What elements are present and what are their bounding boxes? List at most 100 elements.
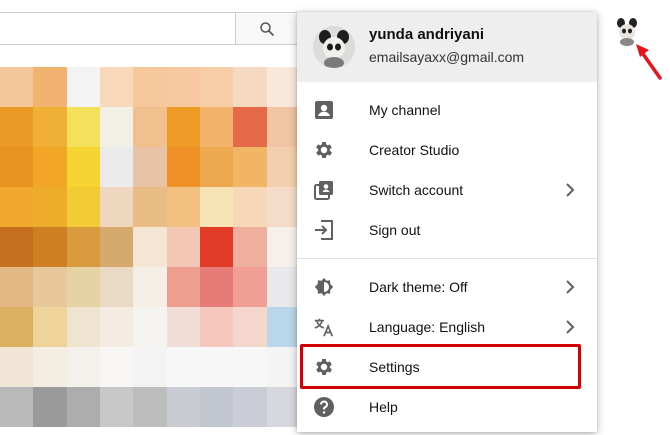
mosaic-cell [266,347,300,387]
switch-account-icon [313,179,335,201]
mosaic-cell [233,67,267,107]
mosaic-cell [199,347,234,387]
mosaic-cell [99,347,134,387]
mosaic-cell [33,67,67,107]
language-icon [313,316,335,338]
panda-avatar-icon [313,26,355,68]
mosaic-cell [0,387,34,427]
mosaic-cell [199,147,234,187]
mosaic-cell [0,307,34,347]
mosaic-cell [199,107,234,147]
menu-item-language[interactable]: Language: English [297,307,597,347]
search-input[interactable] [0,12,235,45]
red-arrow-annotation [636,44,662,80]
menu-item-label: Sign out [369,222,421,238]
chevron-right-icon [566,183,575,197]
mosaic-cell [266,107,300,147]
mosaic-cell [233,387,267,427]
mosaic-cell [166,307,200,347]
menu-item-dark-theme[interactable]: Dark theme: Off [297,267,597,307]
mosaic-cell [66,227,100,267]
mosaic-cell [0,347,34,387]
mosaic-cell [199,227,234,267]
mosaic-cell [33,387,67,427]
mosaic-cell [133,107,167,147]
menu-item-label: Creator Studio [369,142,460,158]
mosaic-cell [233,187,267,227]
mosaic-cell [33,147,67,187]
mosaic-cell [66,187,100,227]
mosaic-cell [33,227,67,267]
mosaic-cell [133,147,167,187]
mosaic-cell [99,387,134,427]
menu-section-account: My channel Creator Studio Switch account… [297,82,597,258]
mosaic-cell [133,307,167,347]
mosaic-cell [0,187,34,227]
mosaic-cell [266,307,300,347]
sign-out-icon [313,219,335,241]
mosaic-cell [133,227,167,267]
account-name: yunda andriyani [369,26,485,43]
menu-item-sign-out[interactable]: Sign out [297,210,597,250]
mosaic-cell [66,387,100,427]
mosaic-cell [99,187,134,227]
mosaic-cell [0,267,34,307]
blurred-video-thumbnail [0,67,300,427]
mosaic-cell [66,67,100,107]
gear-icon [313,139,335,161]
menu-item-my-channel[interactable]: My channel [297,90,597,130]
mosaic-cell [133,387,167,427]
mosaic-cell [0,107,34,147]
page-background [598,58,670,420]
dark-theme-icon [313,276,335,298]
menu-item-label: My channel [369,102,441,118]
mosaic-cell [166,187,200,227]
mosaic-cell [133,267,167,307]
mosaic-cell [166,347,200,387]
mosaic-cell [133,67,167,107]
mosaic-cell [66,307,100,347]
mosaic-cell [199,267,234,307]
mosaic-cell [266,147,300,187]
mosaic-cell [199,67,234,107]
mosaic-cell [33,187,67,227]
menu-item-switch-account[interactable]: Switch account [297,170,597,210]
mosaic-cell [166,147,200,187]
mosaic-cell [133,187,167,227]
mosaic-cell [33,267,67,307]
mosaic-cell [233,307,267,347]
mosaic-cell [166,387,200,427]
avatar [313,26,355,68]
mosaic-cell [0,227,34,267]
mosaic-cell [166,227,200,267]
menu-item-label: Dark theme: Off [369,279,468,295]
mosaic-cell [166,267,200,307]
mosaic-cell [66,267,100,307]
search-icon [260,21,274,36]
mosaic-cell [266,387,300,427]
menu-item-label: Language: English [369,319,485,335]
mosaic-cell [266,187,300,227]
mosaic-cell [199,387,234,427]
mosaic-cell [0,67,34,107]
menu-item-label: Help [369,399,398,415]
mosaic-cell [133,347,167,387]
mosaic-cell [266,67,300,107]
mosaic-cell [233,267,267,307]
mosaic-cell [199,187,234,227]
mosaic-cell [99,107,134,147]
mosaic-cell [166,67,200,107]
mosaic-cell [33,307,67,347]
menu-item-label: Switch account [369,182,464,198]
mosaic-cell [0,147,34,187]
search-button[interactable] [235,12,299,45]
mosaic-cell [233,147,267,187]
menu-item-creator-studio[interactable]: Creator Studio [297,130,597,170]
mosaic-cell [33,107,67,147]
mosaic-cell [66,107,100,147]
mosaic-cell [99,307,134,347]
mosaic-cell [266,227,300,267]
menu-item-help[interactable]: Help [297,387,597,427]
mosaic-cell [66,147,100,187]
chevron-right-icon [566,280,575,294]
